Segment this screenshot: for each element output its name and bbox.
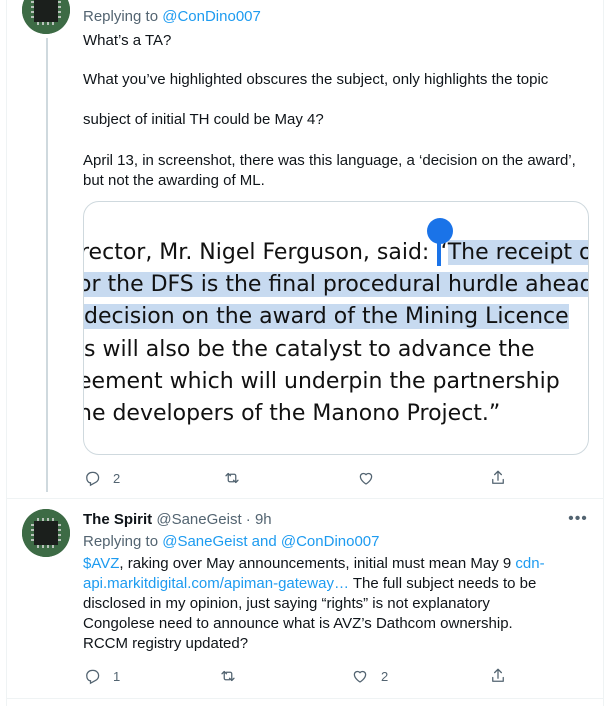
tweet-text: April 13, in screenshot, there was this … (83, 152, 576, 189)
share-button[interactable] (489, 468, 507, 488)
mention-link[interactable]: @SaneGeist (162, 533, 247, 550)
replying-to: Replying to @ConDino007 (83, 7, 591, 27)
tweet-actions: 1 2 (83, 666, 523, 686)
retweet-button[interactable] (219, 666, 237, 686)
media-text-line: s will also be the catalyst to advance t… (84, 337, 535, 362)
divider (6, 698, 604, 699)
media-text-line: or the DFS is the final procedural hurdl… (84, 272, 588, 297)
display-name[interactable]: The Spirit (83, 511, 152, 528)
reply-count: 1 (113, 668, 121, 684)
replying-to: Replying to @SaneGeist and @ConDino007 (83, 532, 591, 552)
like-button[interactable]: 2 (351, 666, 388, 686)
reply-count: 2 (113, 470, 121, 486)
replying-to-label: Replying to (83, 8, 159, 25)
reply-icon (86, 471, 100, 487)
timestamp[interactable]: 9h (255, 511, 272, 528)
heart-icon (353, 670, 367, 683)
tweet-text: What’s a TA? (83, 32, 172, 49)
share-button[interactable] (489, 666, 507, 686)
retweet-icon (225, 472, 239, 484)
thread-line (46, 38, 48, 492)
like-count: 2 (381, 668, 389, 684)
tweet-text: What you’ve highlighted obscures the sub… (83, 71, 549, 88)
replying-to-label: Replying to (83, 533, 159, 550)
avatar[interactable] (22, 509, 70, 557)
mention-and: and (251, 533, 277, 550)
mention-link[interactable]: @ConDino007 (281, 533, 380, 550)
tweet-header: The Spirit @SaneGeist · 9h (83, 510, 591, 530)
retweet-icon (221, 670, 235, 682)
separator-dot: · (245, 511, 251, 528)
reply-icon (86, 669, 100, 685)
media-text-line: ne developers of the Manono Project.” (83, 401, 501, 426)
reply-button[interactable]: 2 (83, 468, 120, 488)
like-button[interactable] (357, 468, 375, 488)
heart-icon (359, 472, 373, 485)
tweet-text: $AVZ, raking over May announcements, ini… (83, 555, 545, 652)
reply-button[interactable]: 1 (83, 666, 120, 686)
cashtag-link[interactable]: $AVZ (83, 555, 119, 572)
more-icon[interactable]: ••• (568, 511, 588, 530)
share-icon (492, 470, 504, 484)
mention-link[interactable]: @ConDino007 (162, 8, 261, 25)
user-handle[interactable]: @SaneGeist (156, 511, 241, 528)
media-text-line: eement which will underpin the partnersh… (83, 369, 560, 394)
media-text-line: decision on the award of the Mining Lice… (84, 304, 569, 329)
tweet-text: subject of initial TH could be May 4? (83, 111, 324, 128)
media-text-line: rector, Mr. Nigel Ferguson, said: “The r… (84, 240, 588, 265)
divider (6, 498, 604, 499)
retweet-button[interactable] (223, 468, 241, 488)
selection-cursor (437, 240, 441, 266)
tweet-media-image[interactable]: rector, Mr. Nigel Ferguson, said: “The r… (83, 201, 589, 455)
tweet-actions: 2 (83, 468, 523, 488)
share-icon (492, 668, 504, 682)
